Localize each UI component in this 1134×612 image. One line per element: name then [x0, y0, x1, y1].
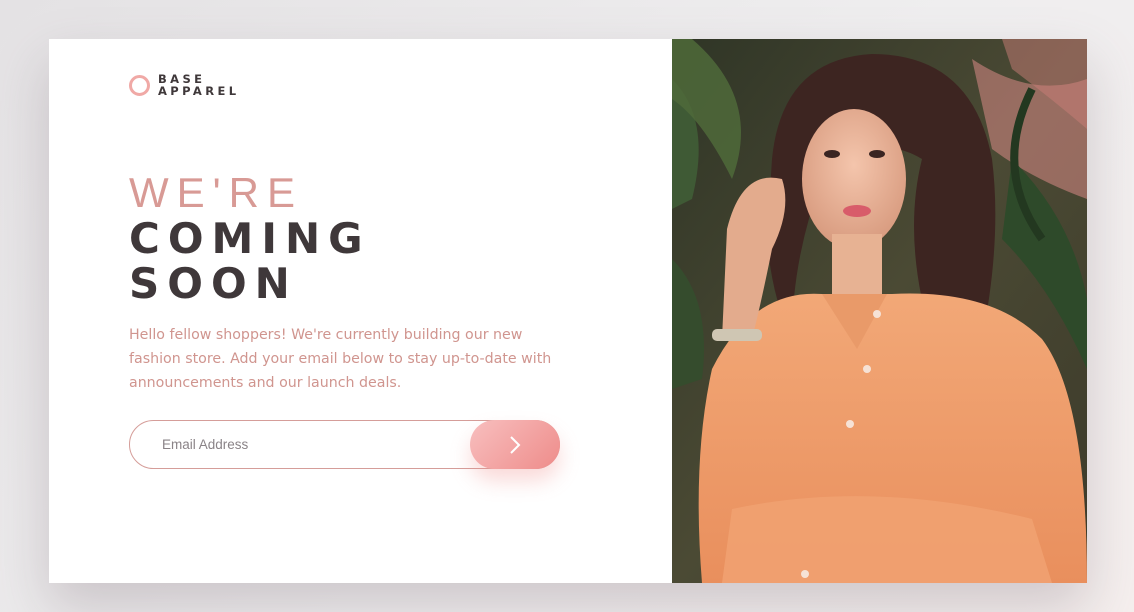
headline-bold-2: SOON [129, 259, 298, 308]
page-headline: WE'RE COMING SOON [129, 169, 371, 306]
content-panel: BASE APPAREL WE'RE COMING SOON Hello fel… [49, 39, 672, 583]
logo-text: BASE APPAREL [158, 73, 239, 97]
headline-light: WE'RE [129, 169, 304, 216]
hero-description: Hello fellow shoppers! We're currently b… [129, 327, 552, 391]
chevron-right-icon [509, 435, 521, 455]
brand-logo: BASE APPAREL [129, 73, 239, 97]
logo-line-apparel: APPAREL [158, 84, 240, 98]
page-card: BASE APPAREL WE'RE COMING SOON Hello fel… [49, 39, 1087, 583]
hero-image [672, 39, 1087, 583]
hero-model-photo [672, 39, 1087, 583]
subscribe-form [129, 420, 560, 469]
submit-button[interactable] [470, 420, 560, 469]
logo-ring-icon [129, 74, 150, 96]
headline-bold-1: COMING [129, 214, 371, 263]
